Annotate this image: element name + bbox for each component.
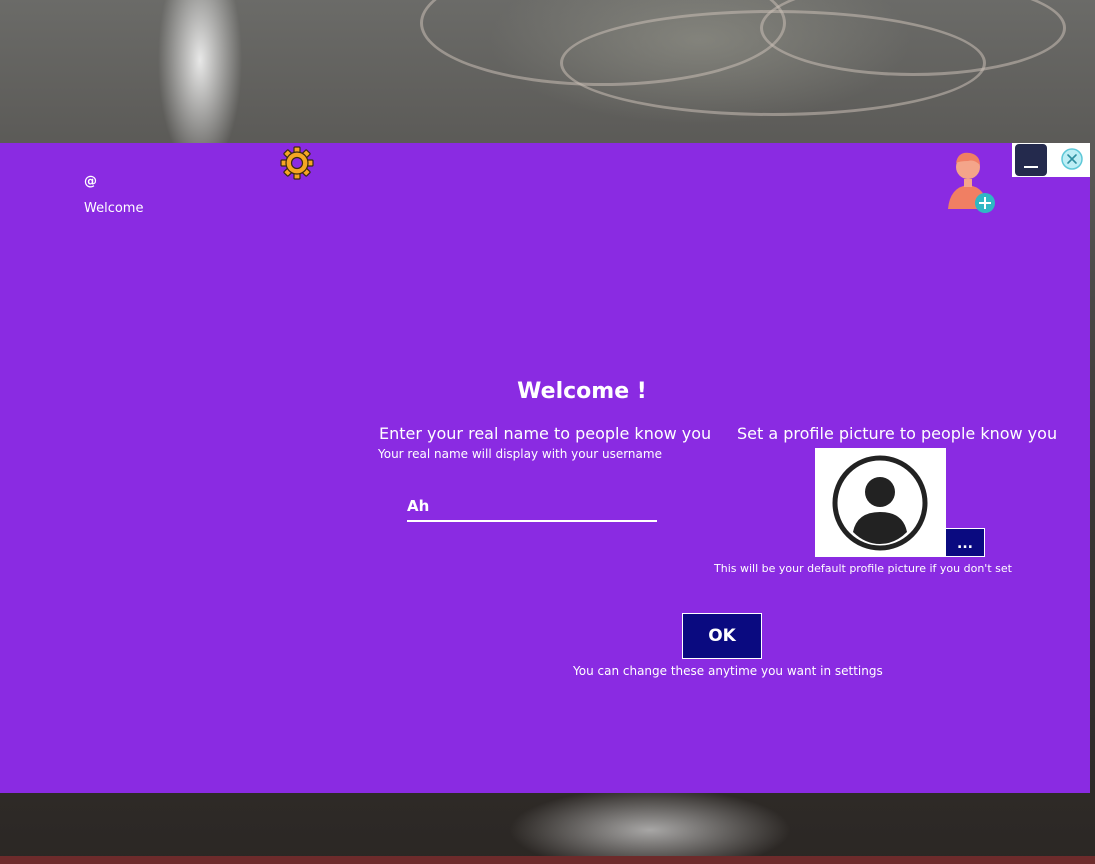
- browse-picture-button[interactable]: ...: [945, 528, 985, 557]
- welcome-window: @ Welcome Welcome ! Enter your real name…: [0, 143, 1090, 793]
- dialog-title: Welcome !: [517, 379, 647, 404]
- taskbar-edge: [0, 856, 1095, 864]
- minimize-icon[interactable]: [1015, 144, 1047, 176]
- gear-icon[interactable]: [280, 146, 314, 180]
- add-user-icon[interactable]: [944, 149, 998, 215]
- name-subtext: Your real name will display with your us…: [378, 447, 662, 461]
- avatar-placeholder-icon: [832, 455, 928, 551]
- name-heading: Enter your real name to people know you: [379, 424, 712, 443]
- profile-picture-preview[interactable]: [815, 448, 946, 557]
- username-label: @: [84, 174, 97, 189]
- welcome-label: Welcome: [84, 201, 144, 216]
- picture-heading: Set a profile picture to people know you: [737, 424, 1058, 443]
- close-icon[interactable]: [1061, 148, 1083, 170]
- real-name-input[interactable]: [407, 492, 657, 522]
- settings-note: You can change these anytime you want in…: [573, 664, 883, 678]
- picture-note: This will be your default profile pictur…: [714, 562, 1012, 575]
- ok-button[interactable]: OK: [682, 613, 762, 659]
- window-controls: [1012, 143, 1090, 177]
